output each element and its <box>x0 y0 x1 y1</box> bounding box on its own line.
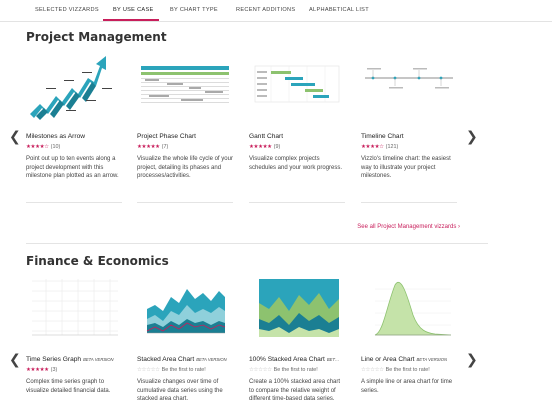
card-rating: ★★★★★ (7) <box>137 144 169 150</box>
card-title: Line or Area Chart Beta version <box>361 356 447 363</box>
star-rating-icon: ★★★★☆ <box>361 144 384 150</box>
card-rating: ☆☆☆☆☆ Be the first to rate! <box>249 367 318 373</box>
chevron-left-icon: ❮ <box>9 129 21 145</box>
tab-recent-additions[interactable]: Recent Additions <box>236 7 295 13</box>
carousel-prev-button[interactable]: ❮ <box>9 353 21 367</box>
card-title: Time Series Graph Beta version <box>26 356 114 363</box>
tab-by-use-case[interactable]: By Use Case <box>113 7 154 13</box>
card-title: Milestones as Arrow <box>26 133 85 140</box>
card-divider <box>137 202 233 203</box>
timeline-chart-thumbnail <box>361 52 457 124</box>
section-title-finance-economics: Finance & Economics <box>26 254 169 268</box>
chevron-right-icon: ❯ <box>466 352 478 368</box>
star-rating-icon: ☆☆☆☆☆ <box>361 367 384 373</box>
vizzard-card[interactable]: Stacked Area Chart Beta version ☆☆☆☆☆ Be t… <box>137 275 233 404</box>
card-description: Create a 100% stacked area chart to comp… <box>249 379 341 403</box>
vizzard-card[interactable]: Line or Area Chart Beta version ☆☆☆☆☆ Be t… <box>361 275 457 395</box>
vizzard-card[interactable]: 100% Stacked Area Chart Bet… ☆☆☆☆☆ Be the … <box>249 275 345 404</box>
milestones-arrow-thumbnail <box>26 52 122 124</box>
gantt-chart-thumbnail <box>249 52 345 124</box>
tab-by-chart-type[interactable]: By Chart Type <box>170 7 218 13</box>
star-rating-icon: ☆☆☆☆☆ <box>137 367 160 373</box>
card-description: Visualize changes over time of cumulativ… <box>137 379 223 403</box>
active-tab-indicator <box>103 19 159 21</box>
card-title: 100% Stacked Area Chart Bet… <box>249 356 340 363</box>
card-description: Visualize complex projects schedules and… <box>249 156 343 171</box>
vizzard-card[interactable]: Time Series Graph Beta version ★★★★★ (3) C… <box>26 275 122 395</box>
card-description: Complex time series graph to visualize d… <box>26 379 111 394</box>
section-divider <box>26 243 488 244</box>
card-title: Gantt Chart <box>249 133 284 140</box>
star-rating-icon: ★★★★★ <box>249 144 272 150</box>
star-rating-icon: ★★★★★ <box>137 144 160 150</box>
card-rating: ★★★★☆ (121) <box>361 144 399 150</box>
line-area-chart-thumbnail <box>361 275 457 347</box>
section-title-project-management: Project Management <box>26 30 167 44</box>
vizzard-card[interactable]: Milestones as Arrow ★★★★☆ (10) Point out … <box>26 52 122 181</box>
card-title: Project Phase Chart <box>137 133 197 140</box>
card-divider <box>361 202 457 203</box>
carousel-next-button[interactable]: ❯ <box>466 353 478 367</box>
card-description: Vizzlo's timeline chart: the easiest way… <box>361 156 451 180</box>
stacked-area-chart-thumbnail <box>137 275 233 347</box>
tab-selected-vizzards[interactable]: Selected Vizzards <box>35 7 99 13</box>
chevron-left-icon: ❮ <box>9 352 21 368</box>
card-rating: ★★★★★ (9) <box>249 144 281 150</box>
project-phase-thumbnail <box>137 52 233 124</box>
star-rating-icon: ☆☆☆☆☆ <box>249 367 272 373</box>
card-title: Stacked Area Chart Beta version <box>137 356 227 363</box>
card-description: Visualize the whole life cycle of your p… <box>137 156 233 180</box>
card-rating: ☆☆☆☆☆ Be the first to rate! <box>361 367 430 373</box>
vizzard-card[interactable]: Project Phase Chart ★★★★★ (7) Visualize t… <box>137 52 233 181</box>
time-series-graph-thumbnail <box>26 275 122 347</box>
star-rating-icon: ★★★★★ <box>26 367 49 373</box>
tab-alphabetical-list[interactable]: Alphabetical List <box>309 7 369 13</box>
card-divider <box>249 202 345 203</box>
carousel-next-button[interactable]: ❯ <box>466 130 478 144</box>
card-rating: ★★★★★ (3) <box>26 367 58 373</box>
card-description: Point out up to ten events along a proje… <box>26 156 119 180</box>
stacked-area-100-thumbnail <box>249 275 345 347</box>
chevron-right-icon: ❯ <box>466 129 478 145</box>
card-description: A simple line or area chart for time ser… <box>361 379 453 394</box>
card-divider <box>26 202 122 203</box>
card-title: Timeline Chart <box>361 133 404 140</box>
carousel-prev-button[interactable]: ❮ <box>9 130 21 144</box>
see-all-project-management-link[interactable]: See all Project Management vizzards › <box>357 224 460 230</box>
card-rating: ★★★★☆ (10) <box>26 144 61 150</box>
vizzard-card[interactable]: Gantt Chart ★★★★★ (9) Visualize complex p… <box>249 52 345 172</box>
star-rating-icon: ★★★★☆ <box>26 144 49 150</box>
card-rating: ☆☆☆☆☆ Be the first to rate! <box>137 367 206 373</box>
vizzard-card[interactable]: Timeline Chart ★★★★☆ (121) Vizzlo's timel… <box>361 52 457 181</box>
